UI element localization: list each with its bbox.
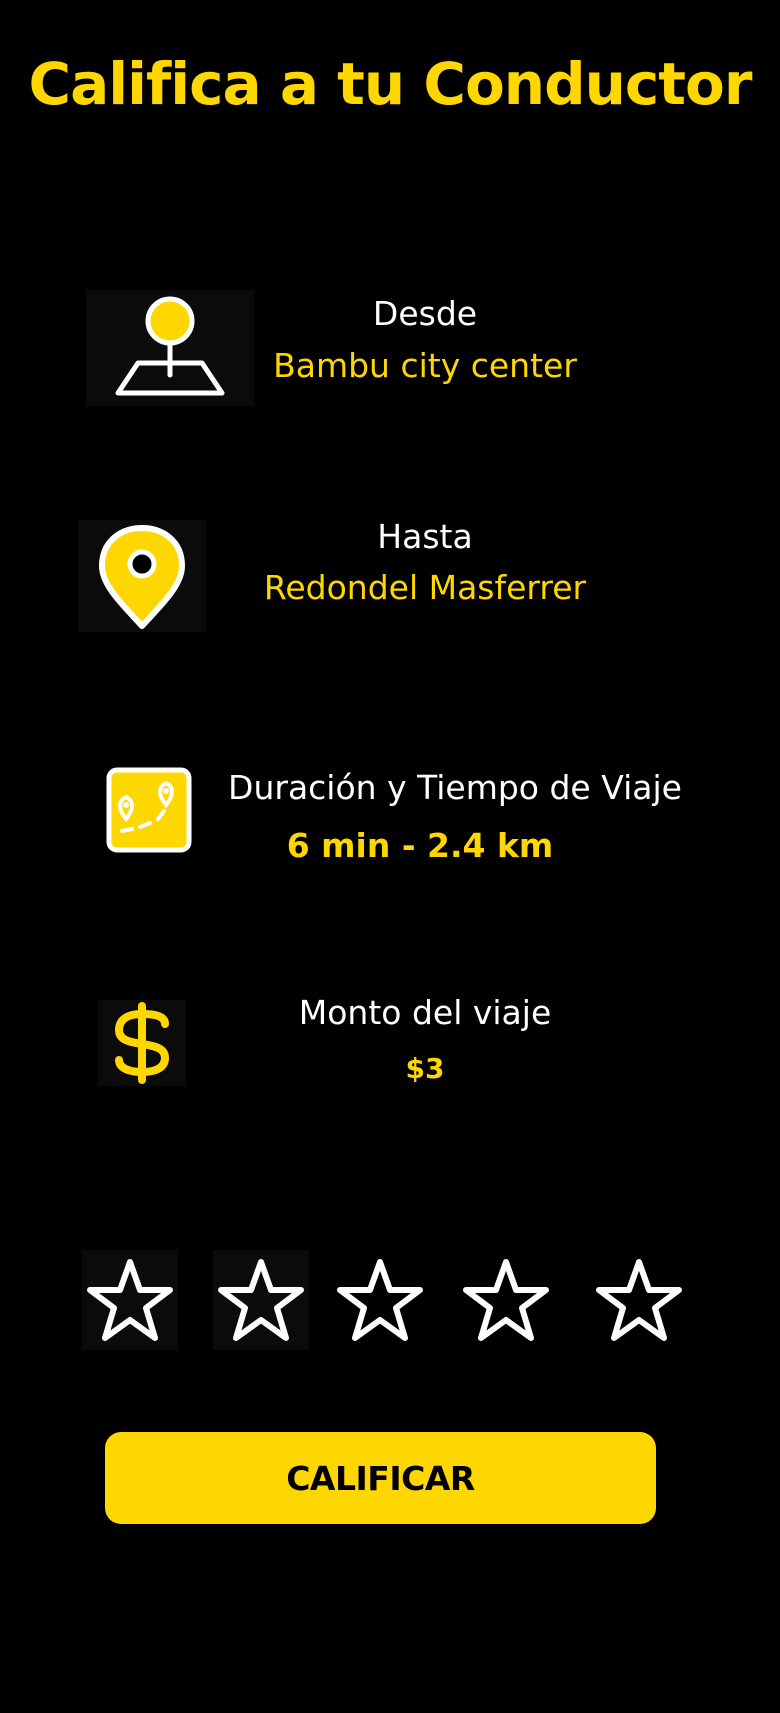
route-icon-box: [104, 766, 194, 854]
star-outline-icon: [337, 1259, 423, 1341]
map-pin-origin-icon: [115, 296, 225, 396]
amount-value: $3: [405, 1052, 445, 1085]
star-5[interactable]: [591, 1250, 687, 1350]
star-outline-icon: [218, 1259, 304, 1341]
destination-icon-box: [78, 520, 206, 632]
dollar-icon: [114, 1002, 170, 1084]
star-3[interactable]: [332, 1250, 428, 1350]
route-map-icon: [106, 767, 192, 853]
page-title: Califica a tu Conductor: [28, 50, 753, 118]
duration-label: Duración y Tiempo de Viaje: [228, 768, 682, 807]
star-2[interactable]: [213, 1250, 309, 1350]
to-label: Hasta: [377, 517, 473, 556]
dollar-icon-box: [98, 1000, 186, 1086]
amount-label: Monto del viaje: [298, 993, 552, 1032]
star-outline-icon: [596, 1259, 682, 1341]
origin-icon-box: [86, 290, 254, 406]
star-1[interactable]: [82, 1250, 178, 1350]
star-rating: [82, 1250, 692, 1350]
location-marker-icon: [99, 525, 185, 629]
duration-value: 6 min - 2.4 km: [286, 826, 554, 865]
star-4[interactable]: [458, 1250, 554, 1350]
to-value: Redondel Masferrer: [263, 568, 587, 607]
star-outline-icon: [463, 1259, 549, 1341]
rate-button[interactable]: CALIFICAR: [105, 1432, 656, 1524]
star-outline-icon: [87, 1259, 173, 1341]
from-label: Desde: [372, 294, 478, 333]
from-value: Bambu city center: [273, 346, 577, 385]
